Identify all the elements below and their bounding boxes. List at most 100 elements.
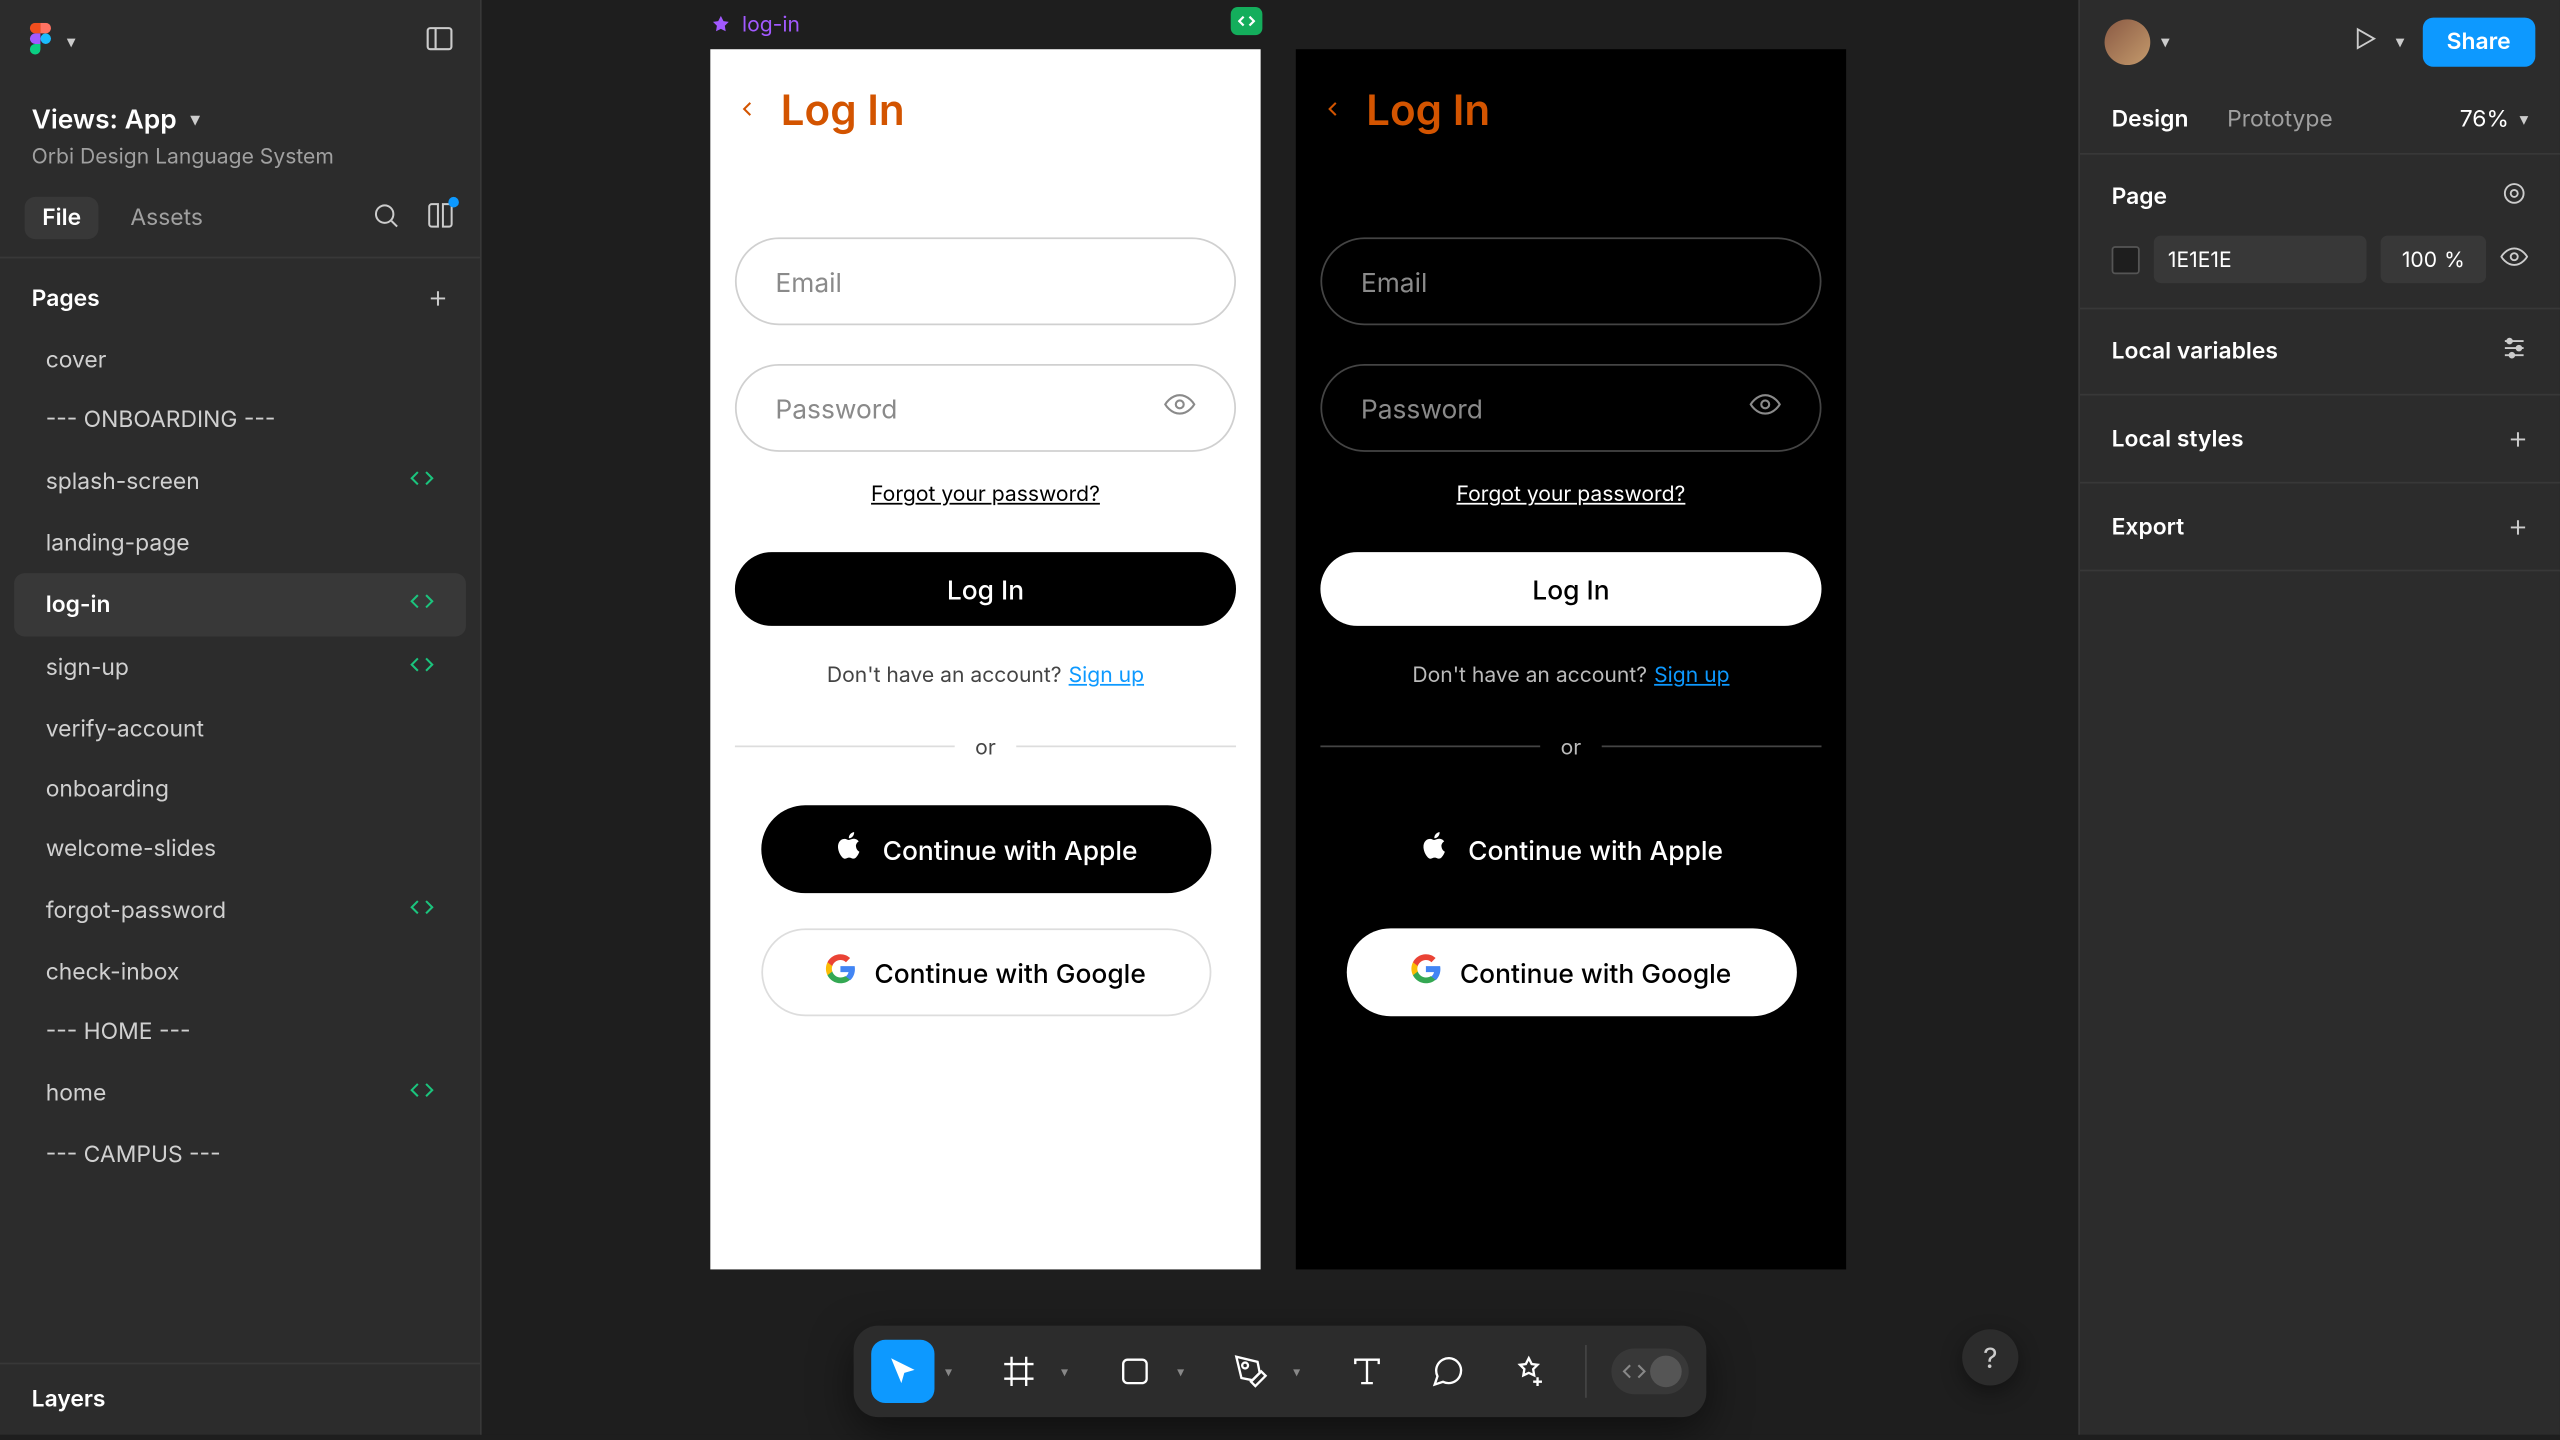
chevron-down-icon: ▾	[1293, 1363, 1300, 1381]
page-item[interactable]: check-inbox	[14, 942, 466, 1002]
tab-assets[interactable]: Assets	[113, 197, 221, 239]
search-icon[interactable]	[371, 200, 401, 237]
comment-tool[interactable]	[1416, 1340, 1479, 1403]
signup-line: Don't have an account?Sign up	[1320, 661, 1821, 687]
tab-design[interactable]: Design	[2112, 105, 2189, 133]
login-button: Log In	[735, 552, 1236, 626]
toolbar: ▾ ▾ ▾ ▾	[854, 1326, 1707, 1417]
page-label: sign-up	[46, 654, 129, 682]
page-label: splash-screen	[46, 468, 200, 496]
back-icon	[735, 92, 760, 127]
apple-icon	[833, 830, 865, 869]
frame-label[interactable]: log-in	[710, 11, 800, 37]
button-label: Continue with Apple	[1468, 833, 1723, 866]
page-item[interactable]: landing-page	[14, 513, 466, 573]
settings-icon[interactable]	[2500, 179, 2528, 214]
add-style-button[interactable]: +	[2508, 420, 2529, 457]
chevron-down-icon: ▾	[945, 1363, 952, 1381]
team-name[interactable]: Orbi Design Language System	[32, 142, 449, 168]
sliders-icon[interactable]	[2500, 334, 2528, 369]
page-item[interactable]: home	[14, 1062, 466, 1125]
page-section-label: Page	[2112, 183, 2167, 211]
ready-for-dev-icon	[410, 895, 435, 927]
eye-icon	[1164, 389, 1196, 428]
tab-prototype[interactable]: Prototype	[2227, 105, 2333, 133]
export-label: Export	[2112, 513, 2185, 541]
page-item[interactable]: onboarding	[14, 760, 466, 820]
add-page-button[interactable]: +	[428, 280, 449, 317]
apple-icon	[1419, 830, 1451, 869]
artboard-dark[interactable]: Log In Email Password Forgot your passwo…	[1296, 49, 1846, 1269]
artboard-light[interactable]: Log In Email Password Forgot your passwo…	[710, 49, 1260, 1269]
continue-apple-button: Continue with Apple	[1346, 805, 1796, 893]
library-icon[interactable]	[425, 200, 455, 237]
toggle-panels-button[interactable]	[424, 23, 456, 62]
no-account-text: Don't have an account?	[1412, 661, 1647, 687]
no-account-text: Don't have an account?	[827, 661, 1062, 687]
button-label: Continue with Google	[1460, 956, 1731, 989]
page-item[interactable]: forgot-password	[14, 879, 466, 942]
page-item[interactable]: --- HOME ---	[14, 1002, 466, 1062]
local-variables-label: Local variables	[2112, 338, 2278, 366]
pages-header-label: Pages	[32, 284, 100, 312]
ready-for-dev-icon	[410, 466, 435, 498]
frame-tool[interactable]: ▾	[987, 1340, 1050, 1403]
page-item[interactable]: welcome-slides	[14, 819, 466, 879]
text-tool[interactable]	[1335, 1340, 1398, 1403]
chevron-down-icon[interactable]: ▾	[2396, 32, 2405, 53]
email-field: Email	[1320, 237, 1821, 325]
present-button[interactable]	[2350, 25, 2378, 60]
page-label: verify-account	[46, 716, 204, 744]
ready-for-dev-badge[interactable]	[1231, 7, 1263, 35]
page-item[interactable]: splash-screen	[14, 450, 466, 513]
page-label: --- HOME ---	[46, 1018, 191, 1046]
main-menu-button[interactable]: ▾	[25, 23, 76, 62]
zoom-control[interactable]: 76% ▾	[2460, 105, 2529, 133]
color-swatch[interactable]	[2112, 245, 2140, 273]
button-label: Continue with Apple	[883, 833, 1138, 866]
page-item[interactable]: sign-up	[14, 636, 466, 699]
pen-tool[interactable]: ▾	[1219, 1340, 1282, 1403]
dev-mode-toggle[interactable]	[1611, 1349, 1688, 1395]
forgot-password-link: Forgot your password?	[1320, 480, 1821, 506]
right-sidebar: ▾ ▾ Share Design Prototype 76% ▾ Page	[2078, 0, 2560, 1435]
page-item[interactable]: log-in	[14, 573, 466, 636]
share-button[interactable]: Share	[2422, 18, 2535, 67]
password-field: Password	[1320, 364, 1821, 452]
chevron-down-icon: ▾	[2161, 32, 2170, 53]
shape-tool[interactable]: ▾	[1103, 1340, 1166, 1403]
continue-google-button: Continue with Google	[760, 928, 1210, 1016]
page-item[interactable]: --- CAMPUS ---	[14, 1125, 466, 1185]
chevron-down-icon: ▾	[67, 32, 76, 53]
placeholder: Email	[1361, 265, 1428, 298]
ready-for-dev-icon	[410, 1078, 435, 1110]
or-text: or	[1561, 733, 1582, 759]
eye-icon[interactable]	[2500, 242, 2528, 277]
tab-file[interactable]: File	[25, 197, 99, 239]
page-item[interactable]: cover	[14, 331, 466, 391]
placeholder: Password	[775, 391, 897, 424]
user-avatar[interactable]: ▾	[2105, 19, 2170, 65]
eye-icon	[1749, 389, 1781, 428]
actions-tool[interactable]	[1497, 1340, 1560, 1403]
continue-apple-button: Continue with Apple	[760, 805, 1210, 893]
screen-title: Log In	[1366, 84, 1490, 135]
hex-input[interactable]: 1E1E1E	[2154, 236, 2367, 283]
or-text: or	[975, 733, 996, 759]
frame-name: log-in	[742, 11, 800, 37]
move-tool[interactable]: ▾	[871, 1340, 934, 1403]
layers-header[interactable]: Layers	[0, 1363, 480, 1435]
page-item[interactable]: --- ONBOARDING ---	[14, 390, 466, 450]
page-item[interactable]: verify-account	[14, 700, 466, 760]
chevron-down-icon: ▾	[1177, 1363, 1184, 1381]
page-label: home	[46, 1080, 107, 1108]
page-label: onboarding	[46, 775, 169, 803]
canvas[interactable]: log-in Log In Email Password Forgot your…	[482, 0, 2078, 1435]
page-label: welcome-slides	[46, 835, 216, 863]
file-name[interactable]: Views: App ▾	[32, 102, 449, 135]
signup-link: Sign up	[1069, 661, 1144, 687]
add-export-button[interactable]: +	[2508, 508, 2529, 545]
pages-list: cover --- ONBOARDING --- splash-screen l…	[0, 331, 480, 1363]
opacity-input[interactable]: 100%	[2381, 236, 2486, 283]
help-button[interactable]: ?	[1962, 1329, 2018, 1385]
